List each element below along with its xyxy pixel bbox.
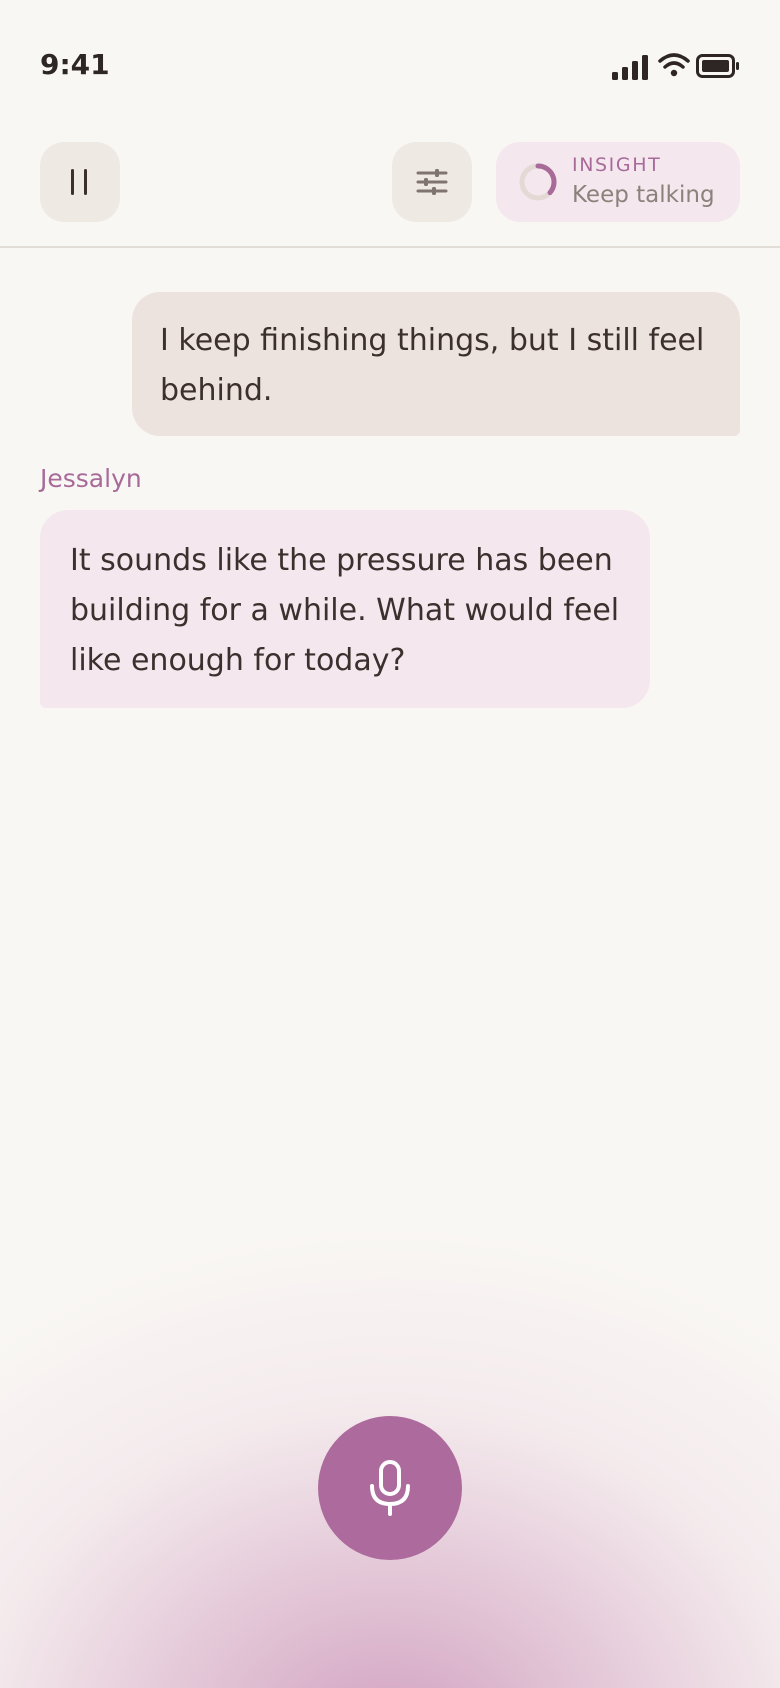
signal-icon [612,55,648,80]
microphone-button[interactable] [318,1416,462,1560]
header-divider [0,246,780,248]
status-bar: 9:41 [0,0,780,120]
microphone-icon [370,1460,410,1516]
pause-icon [71,169,87,195]
settings-button[interactable] [392,142,472,222]
status-icons [612,52,740,82]
user-message-bubble: I keep finishing things, but I still fee… [132,292,740,436]
sliders-icon [416,169,448,195]
pause-button[interactable] [40,142,120,222]
battery-icon [696,54,739,78]
assistant-name: Jessalyn [40,464,142,493]
wifi-icon [658,53,690,77]
insight-label: INSIGHT [572,154,662,176]
status-time: 9:41 [40,48,110,81]
voice-glow [0,1100,780,1688]
insight-progress-ring-icon [519,163,557,201]
header: INSIGHT Keep talking [0,142,780,246]
insight-indicator[interactable]: INSIGHT Keep talking [496,142,740,222]
insight-status: Keep talking [572,182,715,208]
assistant-message-bubble: It sounds like the pressure has been bui… [40,510,650,708]
